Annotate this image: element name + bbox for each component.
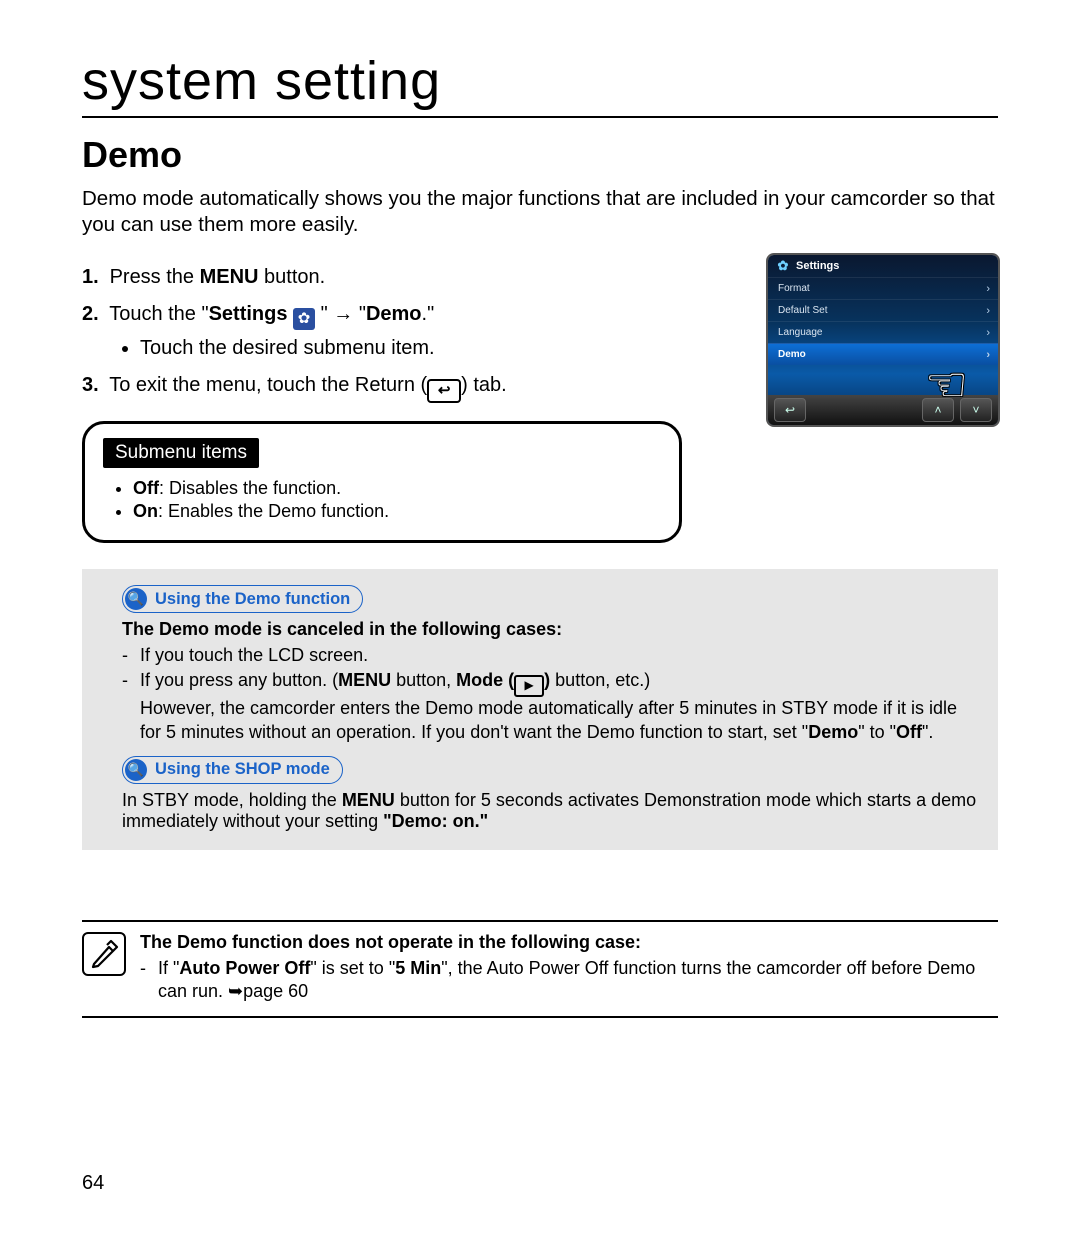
magnifier-icon: 🔍 [125,588,147,610]
tip-box: 🔍 Using the Demo function The Demo mode … [82,569,998,850]
step-2-text-b: " → " [315,303,366,325]
step-1-bold: MENU [200,266,259,288]
step-3-text-a: To exit the menu, touch the Return ( [109,374,427,396]
note-li: If "Auto Power Off" is set to "5 Min", t… [140,957,998,1004]
submenu-box: Submenu items Off: Disables the function… [82,421,682,543]
tip-tag-shop: 🔍 Using the SHOP mode [122,756,343,784]
page-number: 64 [82,1172,104,1195]
step-3: 3. To exit the menu, touch the Return (↩… [82,371,742,403]
step-2: 2. Touch the "Settings ✿ " → "Demo." Tou… [82,300,742,363]
ss-row-demo: Demo› [768,343,998,365]
ss-up-icon: ˄ [922,398,954,422]
section-title: Demo [82,134,998,176]
return-icon: ↩ [427,379,461,403]
note-block: The Demo function does not operate in th… [82,920,998,1018]
step-2-bold-demo: Demo [366,303,422,325]
step-2-text-a: Touch the " [109,303,208,325]
device-screenshot: ✿ Settings Format› Default Set› Language… [768,255,998,425]
note-heading: The Demo function does not operate in th… [140,932,998,953]
step-1: 1. Press the MENU button. [82,263,742,292]
tip1-heading: The Demo mode is canceled in the followi… [122,619,978,640]
ss-row-language: Language› [768,321,998,343]
gear-icon: ✿ [776,259,790,273]
step-1-text-a: Press the [110,266,200,288]
step-2-text-c: ." [422,303,435,325]
step-1-text-b: button. [259,266,326,288]
ss-row-format: Format› [768,277,998,299]
step-2-bold-settings: Settings [209,303,288,325]
submenu-item-off: Off: Disables the function. [133,478,661,499]
tip2-text: In STBY mode, holding the MENU button fo… [122,790,978,832]
tip1-li1: If you touch the LCD screen. [122,644,978,667]
breadcrumb: system setting [82,50,998,118]
magnifier-icon: 🔍 [125,759,147,781]
settings-icon: ✿ [293,308,315,330]
ss-down-icon: ˅ [960,398,992,422]
ss-title: Settings [796,260,839,272]
ss-back-icon: ↩ [774,398,806,422]
mode-icon: ▶ [514,675,544,697]
note-icon [82,932,126,976]
intro-text: Demo mode automatically shows you the ma… [82,186,998,237]
tip-tag-demo: 🔍 Using the Demo function [122,585,363,613]
step-3-text-b: ) tab. [461,374,507,396]
submenu-title: Submenu items [103,438,259,468]
step-2-sub: Touch the desired submenu item. [140,334,742,363]
tip1-li2: If you press any button. (MENU button, M… [122,669,978,744]
ss-row-default: Default Set› [768,299,998,321]
submenu-item-on: On: Enables the Demo function. [133,501,661,522]
